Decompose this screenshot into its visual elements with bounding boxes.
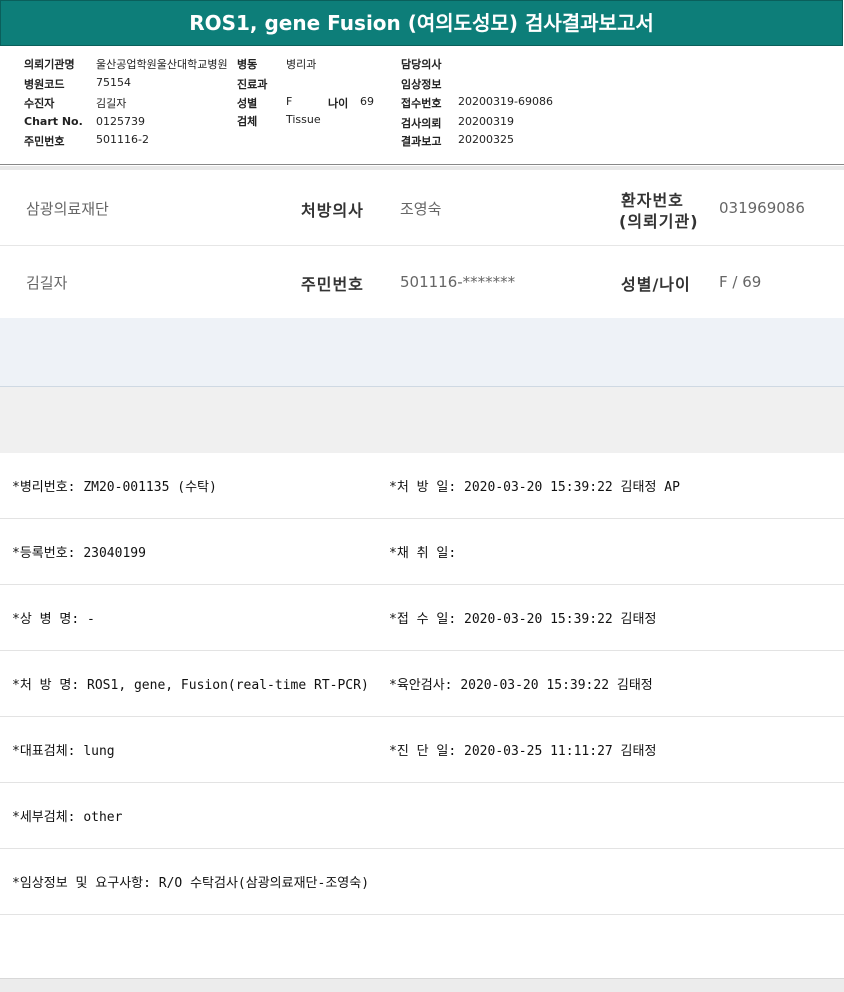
- detail-row: *대표검체: lung *진 단 일: 2020-03-25 11:11:27 …: [0, 717, 844, 783]
- detail-row: *등록번호: 23040199 *채 취 일:: [0, 519, 844, 585]
- ward-value: 병리과: [286, 58, 317, 71]
- pathology-number: *병리번호: ZM20-001135 (수탁): [12, 480, 217, 495]
- receiver-value: 김길자: [96, 97, 127, 110]
- report-header: 의뢰기관명 울산공업학원울산대학교병원 병동 병리과 담당의사 병원코드 751…: [0, 46, 844, 165]
- report-value: 20200325: [458, 133, 514, 146]
- patient-info: 삼광의료재단 처방의사 조영숙 환자번호 (의뢰기관) 031969086 김길…: [0, 166, 844, 322]
- code-value: 75154: [96, 76, 131, 89]
- patient-info-row: 삼광의료재단 처방의사 조영숙 환자번호 (의뢰기관) 031969086: [0, 170, 844, 246]
- sex-value: F: [286, 95, 293, 108]
- receive-date: *접 수 일: 2020-03-20 15:39:22 김태정: [389, 612, 657, 627]
- blank-band: [0, 387, 844, 453]
- clinical-label: 임상정보: [401, 78, 442, 91]
- prescription-date: *처 방 일: 2020-03-20 15:39:22 김태정 AP: [389, 480, 680, 495]
- details-table: *병리번호: ZM20-001135 (수탁) *처 방 일: 2020-03-…: [0, 453, 844, 915]
- ssn-label: 주민번호: [24, 135, 65, 148]
- age-value: 69: [360, 95, 374, 108]
- age-label: 나이: [328, 97, 349, 110]
- receiver-label: 수진자: [24, 97, 55, 110]
- rx-doctor-label: 처방의사: [301, 201, 364, 220]
- prescription-name: *처 방 명: ROS1, gene, Fusion(real-time RT-…: [12, 678, 369, 693]
- gross-exam-date: *육안검사: 2020-03-20 15:39:22 김태정: [389, 678, 653, 693]
- ssn-value: 501116-2: [96, 133, 149, 146]
- sexage-label: 성별/나이: [621, 275, 691, 294]
- collection-date: *채 취 일:: [389, 546, 457, 561]
- pid-label-sub: (의뢰기관): [619, 212, 699, 231]
- diagnosis-date: *진 단 일: 2020-03-25 11:11:27 김태정: [389, 744, 657, 759]
- detail-row: *세부검체: other: [0, 783, 844, 849]
- detail-row: *임상정보 및 요구사항: R/O 수탁검사(삼광의료재단-조영숙): [0, 849, 844, 915]
- doctor-label: 담당의사: [401, 58, 442, 71]
- request-label: 검사의뢰: [401, 117, 442, 130]
- pid-value: 031969086: [719, 199, 805, 217]
- accession-value: 20200319-69086: [458, 95, 553, 108]
- detail-row: *상 병 명: - *접 수 일: 2020-03-20 15:39:22 김태…: [0, 585, 844, 651]
- rx-doctor-value: 조영숙: [400, 200, 442, 218]
- detail-row: *병리번호: ZM20-001135 (수탁) *처 방 일: 2020-03-…: [0, 453, 844, 519]
- sub-specimen: *세부검체: other: [12, 810, 123, 825]
- chart-label: Chart No.: [24, 115, 83, 128]
- detail-row: *처 방 명: ROS1, gene, Fusion(real-time RT-…: [0, 651, 844, 717]
- accession-label: 접수번호: [401, 97, 442, 110]
- dept-label: 진료과: [237, 78, 268, 91]
- org-name: 삼광의료재단: [26, 200, 109, 218]
- code-label: 병원코드: [24, 78, 65, 91]
- patient-name: 김길자: [26, 274, 68, 292]
- specimen-label: 검체: [237, 115, 258, 128]
- chart-value: 0125739: [96, 115, 145, 128]
- registration-number: *등록번호: 23040199: [12, 546, 146, 561]
- report-title: ROS1, gene Fusion (여의도성모) 검사결과보고서: [0, 0, 843, 46]
- diagnosis-name: *상 병 명: -: [12, 612, 95, 627]
- sex-label: 성별: [237, 97, 258, 110]
- inst-label: 의뢰기관명: [24, 58, 75, 71]
- bottom-bar: [0, 978, 844, 992]
- request-value: 20200319: [458, 115, 514, 128]
- blank-band: [0, 318, 844, 387]
- ssn-label-2: 주민번호: [301, 275, 364, 294]
- patient-info-row: 김길자 주민번호 501116-******* 성별/나이 F / 69: [0, 246, 844, 321]
- main-specimen: *대표검체: lung: [12, 744, 115, 759]
- specimen-value: Tissue: [286, 113, 321, 126]
- report-label: 결과보고: [401, 135, 442, 148]
- inst-value: 울산공업학원울산대학교병원: [96, 58, 228, 71]
- ssn-masked: 501116-*******: [400, 273, 516, 291]
- clinical-info: *임상정보 및 요구사항: R/O 수탁검사(삼광의료재단-조영숙): [12, 876, 370, 891]
- ward-label: 병동: [237, 58, 258, 71]
- sexage-value: F / 69: [719, 273, 762, 291]
